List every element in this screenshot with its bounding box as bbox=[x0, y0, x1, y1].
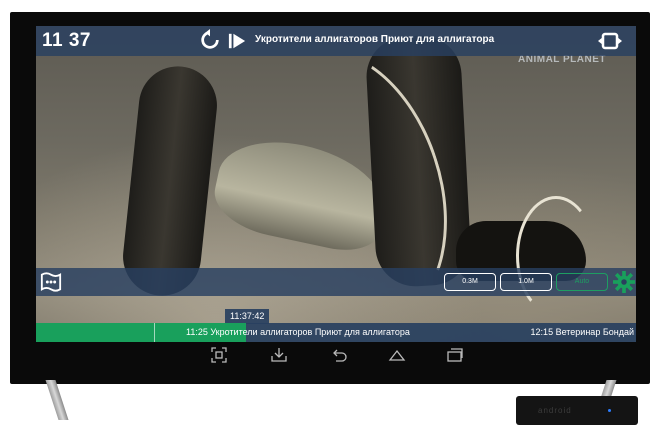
chat-menu-icon[interactable] bbox=[40, 271, 62, 293]
power-led bbox=[608, 409, 611, 412]
home-icon[interactable] bbox=[388, 346, 406, 364]
control-bar: 0.3M 1.0M Auto bbox=[36, 268, 636, 296]
download-icon[interactable] bbox=[270, 346, 288, 364]
video-surface[interactable]: ANIMAL PLANET bbox=[36, 26, 636, 356]
now-playing-title: Укротители аллигаторов Приют для аллигат… bbox=[255, 34, 495, 45]
tv-stand-left bbox=[45, 380, 69, 420]
recents-icon[interactable] bbox=[446, 346, 464, 364]
current-program: 11:25 Укротители аллигаторов Приют для а… bbox=[186, 327, 410, 337]
quality-auto-button[interactable]: Auto bbox=[556, 273, 608, 291]
back-icon[interactable] bbox=[330, 346, 348, 364]
quality-0-3m-button[interactable]: 0.3M bbox=[444, 273, 496, 291]
quality-1-0m-button[interactable]: 1.0M bbox=[500, 273, 552, 291]
android-tv-box: android bbox=[516, 396, 638, 425]
current-time-badge: 11:37:42 bbox=[225, 309, 270, 324]
left-leg bbox=[119, 62, 221, 300]
reload-icon[interactable] bbox=[199, 29, 221, 51]
screenshot-icon[interactable] bbox=[210, 346, 228, 364]
top-info-bar: 11 37 Укротители аллигаторов Приют для а… bbox=[36, 26, 636, 56]
gear-icon[interactable] bbox=[613, 271, 635, 293]
clock: 11 37 bbox=[42, 30, 91, 51]
box-logo: android bbox=[538, 406, 572, 415]
program-progress-bar[interactable]: 11:25 Укротители аллигаторов Приют для а… bbox=[36, 323, 636, 342]
play-icon[interactable] bbox=[228, 32, 246, 50]
rope-loop bbox=[516, 196, 596, 316]
android-nav-bar bbox=[36, 342, 636, 368]
progress-marker bbox=[154, 323, 155, 342]
fullscreen-icon[interactable] bbox=[598, 31, 622, 51]
next-program: 12:15 Ветеринар Бондай bbox=[530, 327, 634, 337]
